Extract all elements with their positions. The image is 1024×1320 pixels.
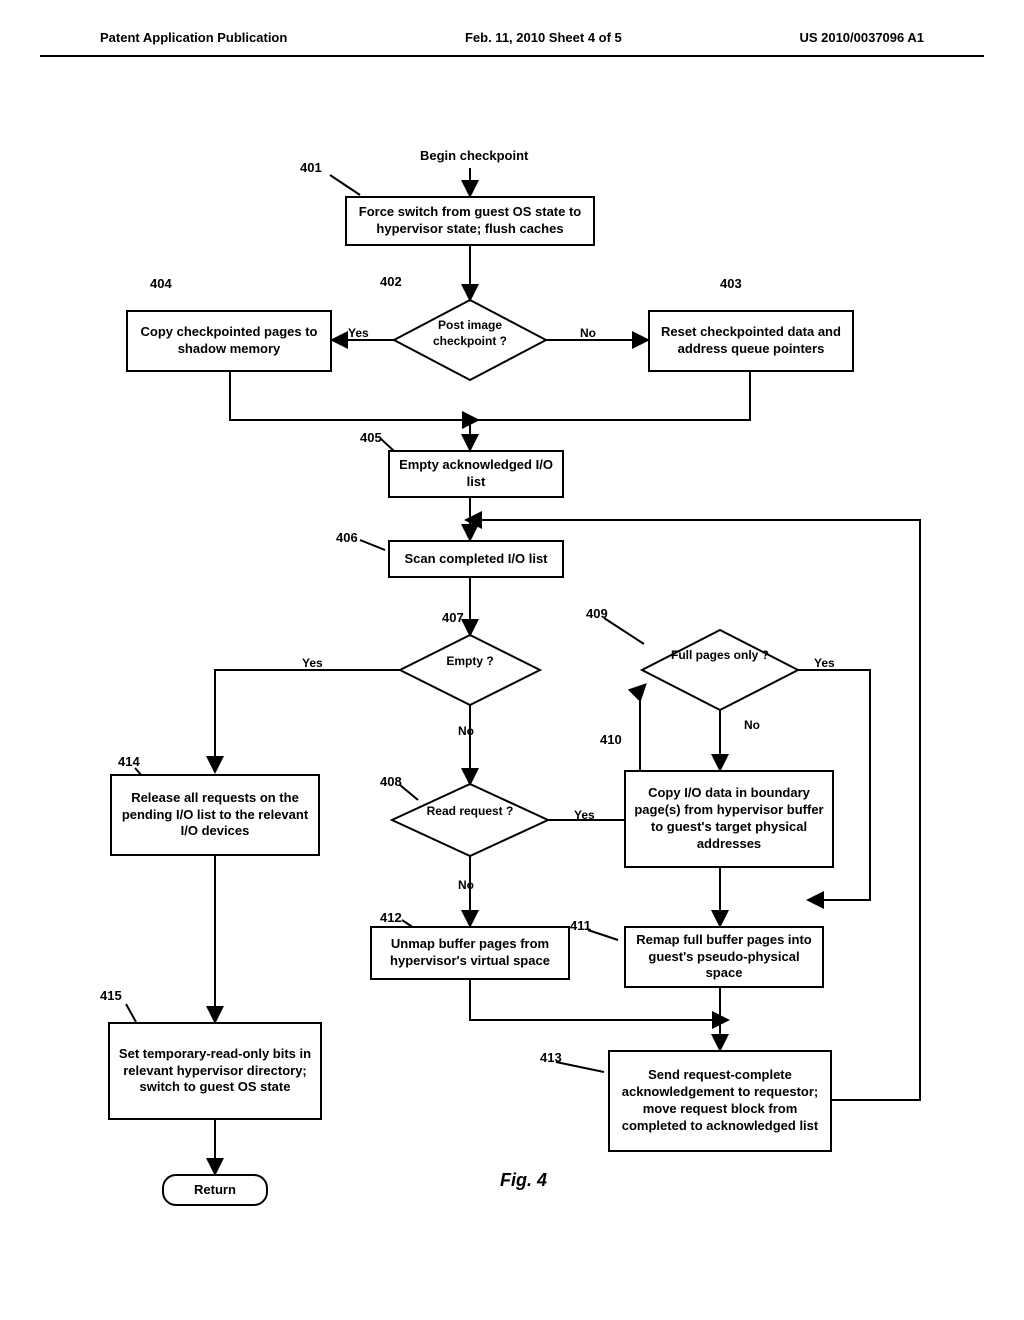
diamond-402: Post image checkpoint ? [420, 318, 520, 349]
ref-413: 413 [540, 1050, 562, 1065]
ref-406: 406 [336, 530, 358, 545]
begin-label: Begin checkpoint [420, 148, 528, 163]
flowchart: Begin checkpoint 401 Force switch from g… [0, 120, 1024, 1320]
header-left: Patent Application Publication [100, 30, 287, 45]
ref-405: 405 [360, 430, 382, 445]
box-414: Release all requests on the pending I/O … [110, 774, 320, 856]
ref-404: 404 [150, 276, 172, 291]
box-403: Reset checkpointed data and address queu… [648, 310, 854, 372]
box-412: Unmap buffer pages from hypervisor's vir… [370, 926, 570, 980]
ref-402: 402 [380, 274, 402, 289]
ref-409: 409 [586, 606, 608, 621]
yes-409: Yes [814, 656, 835, 670]
ref-407: 407 [442, 610, 464, 625]
ref-401: 401 [300, 160, 322, 175]
box-401: Force switch from guest OS state to hype… [345, 196, 595, 246]
yes-407: Yes [302, 656, 323, 670]
ref-410: 410 [600, 732, 622, 747]
ref-411: 411 [570, 918, 591, 933]
box-406: Scan completed I/O list [388, 540, 564, 578]
page-header: Patent Application Publication Feb. 11, … [40, 0, 984, 57]
yes-408: Yes [574, 808, 595, 822]
box-411: Remap full buffer pages into guest's pse… [624, 926, 824, 988]
ref-412: 412 [380, 910, 402, 925]
box-404: Copy checkpointed pages to shadow memory [126, 310, 332, 372]
no-409: No [744, 718, 760, 732]
no-408: No [458, 878, 474, 892]
diamond-409: Full pages only ? [670, 648, 770, 664]
no-402: No [580, 326, 596, 340]
figure-label: Fig. 4 [500, 1170, 547, 1191]
diamond-408: Read request ? [420, 804, 520, 820]
header-center: Feb. 11, 2010 Sheet 4 of 5 [465, 30, 622, 45]
ref-408: 408 [380, 774, 402, 789]
ref-415: 415 [100, 988, 122, 1003]
box-410: Copy I/O data in boundary page(s) from h… [624, 770, 834, 868]
return-terminator: Return [162, 1174, 268, 1206]
yes-402: Yes [348, 326, 369, 340]
flowchart-edges [0, 120, 1024, 1320]
ref-414: 414 [118, 754, 140, 769]
box-415: Set temporary-read-only bits in relevant… [108, 1022, 322, 1120]
box-405: Empty acknowledged I/O list [388, 450, 564, 498]
ref-403: 403 [720, 276, 742, 291]
box-413: Send request-complete acknowledgement to… [608, 1050, 832, 1152]
header-right: US 2010/0037096 A1 [799, 30, 924, 45]
diamond-407: Empty ? [420, 654, 520, 670]
no-407: No [458, 724, 474, 738]
